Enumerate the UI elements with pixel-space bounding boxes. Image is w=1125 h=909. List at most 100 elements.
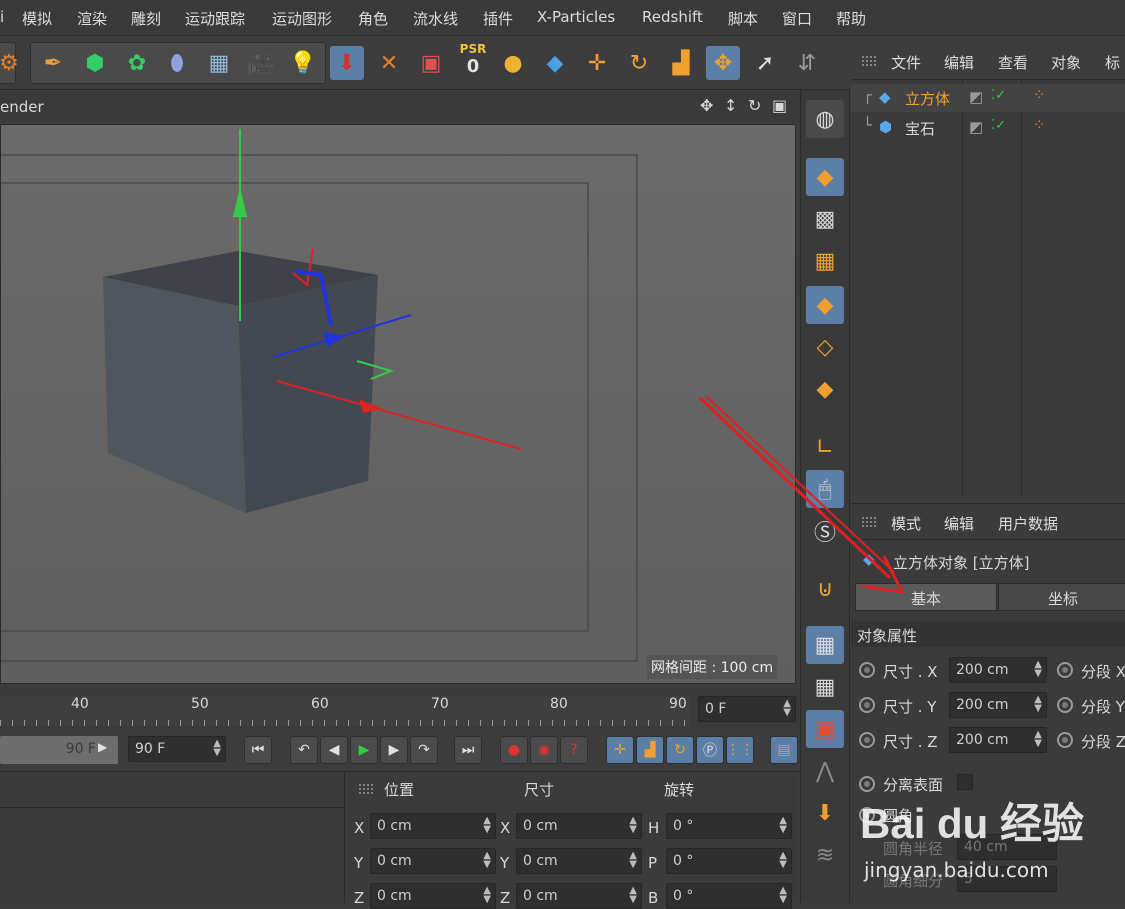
am-menu-mode[interactable]: 模式 [891, 513, 921, 534]
key-rotation-icon[interactable]: ↻ [666, 736, 694, 764]
animate-radio[interactable] [1057, 662, 1073, 678]
workplane-align-icon[interactable]: ▦ [806, 668, 844, 706]
prev-frame-icon[interactable]: ◀ [320, 736, 348, 764]
size-z-field[interactable]: 0 cm ▲ ▼ [516, 883, 642, 909]
move-icon[interactable]: ✛ [580, 46, 614, 80]
viewport-nav-move-icon[interactable]: ✥ [700, 96, 713, 115]
animate-radio[interactable] [859, 732, 875, 748]
material-tag-icon[interactable]: ⁘ [1033, 116, 1046, 134]
picture-viewer-icon[interactable]: ▣ [414, 46, 448, 80]
animate-radio[interactable] [859, 662, 875, 678]
pen-icon[interactable]: ✒ [36, 46, 70, 80]
tab-basic[interactable]: 基本 [855, 583, 997, 611]
material-tag-icon[interactable]: ⁘ [1033, 86, 1046, 104]
layer-icon[interactable]: ◩ [969, 88, 983, 106]
size-y-field[interactable]: 0 cm ▲ ▼ [516, 848, 642, 874]
extrude-icon[interactable]: ⬇ [806, 794, 844, 832]
object-name[interactable]: 宝石 [905, 118, 935, 139]
position-x-field[interactable]: 0 cm ▲ ▼ [370, 813, 496, 839]
next-key-icon[interactable]: ↷ [410, 736, 438, 764]
fillet-radius-field[interactable]: 40 cm [957, 834, 1057, 860]
tweak-mode-icon[interactable]: 🖱 [806, 470, 844, 508]
rotate-icon[interactable]: ↻ [622, 46, 656, 80]
spinner-icon[interactable]: ▲ ▼ [629, 816, 637, 835]
rotation-h-field[interactable]: 0 ° ▲ ▼ [666, 813, 792, 839]
solo-icon[interactable]: Ⓢ [806, 512, 844, 550]
xyz-lock-icon[interactable]: ● [496, 46, 530, 80]
next-frame-icon[interactable]: ▶ [380, 736, 408, 764]
scale-arrows-icon[interactable]: ⇵ [790, 46, 824, 80]
undo-view-icon[interactable]: ◍ [806, 100, 844, 138]
visibility-check-icon[interactable]: ⁚✓ [991, 88, 1006, 103]
key-scale-icon[interactable]: ▟ [636, 736, 664, 764]
menu-script[interactable]: 脚本 [728, 8, 758, 29]
select-icon[interactable]: ➚ [748, 46, 782, 80]
cube-icon[interactable]: ◆ [538, 46, 572, 80]
texture-mode-icon[interactable]: ▩ [806, 200, 844, 238]
am-menu-edit[interactable]: 编辑 [944, 513, 974, 534]
spinner-icon[interactable]: ▲ ▼ [213, 739, 221, 758]
spinner-icon[interactable]: ▲ ▼ [779, 851, 787, 870]
size-y-field[interactable]: 200 cm ▲ ▼ [949, 692, 1047, 718]
key-param-icon[interactable]: Ⓟ [696, 736, 724, 764]
grip-icon[interactable] [358, 783, 374, 795]
menu-mograph[interactable]: 运动图形 [272, 8, 332, 29]
cloner-icon[interactable]: ✿ [120, 46, 154, 80]
scale-icon[interactable]: ▟ [664, 46, 698, 80]
position-z-field[interactable]: 0 cm ▲ ▼ [370, 883, 496, 909]
visibility-check-icon[interactable]: ⁚✓ [991, 118, 1006, 133]
play-icon[interactable]: ▶ [350, 736, 378, 764]
timeline-ruler[interactable]: 40 50 60 70 80 90 0 F ▲ ▼ [0, 688, 800, 728]
menu-plugins[interactable]: 插件 [483, 8, 513, 29]
floor-icon[interactable]: ▦ [202, 46, 236, 80]
spread-icon[interactable]: ✕ [372, 46, 406, 80]
spinner-icon[interactable]: ▲ ▼ [483, 851, 491, 870]
object-row-cube[interactable]: ┌ ◆ 立方体 ◩ ⁚✓ ⁘ [851, 84, 1125, 112]
workplane-icon[interactable]: ▦ [806, 242, 844, 280]
menu-simulate[interactable]: 模拟 [22, 8, 52, 29]
size-z-field[interactable]: 200 cm ▲ ▼ [949, 727, 1047, 753]
object-name[interactable]: 立方体 [905, 88, 950, 109]
animate-radio[interactable] [859, 697, 875, 713]
separate-surfaces-checkbox[interactable] [957, 774, 973, 790]
rotation-b-field[interactable]: 0 ° ▲ ▼ [666, 883, 792, 909]
am-menu-user-data[interactable]: 用户数据 [998, 513, 1058, 534]
light-icon[interactable]: 💡 [286, 46, 320, 80]
viewport-nav-zoom-icon[interactable]: ↕ [724, 96, 737, 115]
snap-magnet-icon[interactable]: ⊍ [806, 570, 844, 608]
grip-icon[interactable] [861, 55, 877, 67]
edges-mode-icon[interactable]: ◇ [806, 328, 844, 366]
spinner-icon[interactable]: ▲ ▼ [1034, 660, 1042, 679]
menu-character[interactable]: 角色 [358, 8, 388, 29]
om-menu-view[interactable]: 查看 [998, 52, 1028, 73]
fillet-subdivision-field[interactable]: 5 [957, 866, 1057, 892]
auto-key-icon[interactable]: ◉ [530, 736, 558, 764]
model-mode-icon[interactable]: ◆ [806, 158, 844, 196]
camera-icon[interactable]: 🎥 [244, 46, 278, 80]
key-position-icon[interactable]: ✛ [606, 736, 634, 764]
prev-key-icon[interactable]: ↶ [290, 736, 318, 764]
viewport-scene[interactable] [1, 125, 796, 684]
menu-sculpt[interactable]: 雕刻 [131, 8, 161, 29]
animate-radio[interactable] [1057, 697, 1073, 713]
animate-radio[interactable] [859, 776, 875, 792]
menu-x-particles[interactable]: X-Particles [537, 8, 615, 26]
menu-redshift[interactable]: Redshift [642, 8, 703, 26]
om-menu-object[interactable]: 对象 [1051, 52, 1081, 73]
psr-button[interactable]: PSR 0 [454, 42, 492, 84]
tab-coordinates[interactable]: 坐标 [998, 583, 1125, 611]
end-frame-field[interactable]: 90 F ▲ ▼ [128, 736, 226, 762]
viewport-toggle-icon[interactable]: ▣ [772, 96, 787, 115]
render-icon[interactable]: ⬇ [330, 46, 364, 80]
animate-radio[interactable] [859, 807, 875, 823]
key-pla-icon[interactable]: ⋮⋮ [726, 736, 754, 764]
spinner-icon[interactable]: ▲ ▼ [783, 699, 791, 718]
go-to-start-icon[interactable]: ⏮ [244, 736, 272, 764]
current-frame-field[interactable]: 0 F ▲ ▼ [698, 696, 796, 722]
subdivision-icon[interactable]: ⬢ [78, 46, 112, 80]
object-row-gem[interactable]: └ ⬢ 宝石 ◩ ⁚✓ ⁘ [851, 114, 1125, 142]
menu-motion-tracking[interactable]: 运动跟踪 [185, 8, 245, 29]
layer-icon[interactable]: ◩ [969, 118, 983, 136]
key-help-icon[interactable]: ? [560, 736, 588, 764]
spinner-icon[interactable]: ▲ ▼ [629, 851, 637, 870]
